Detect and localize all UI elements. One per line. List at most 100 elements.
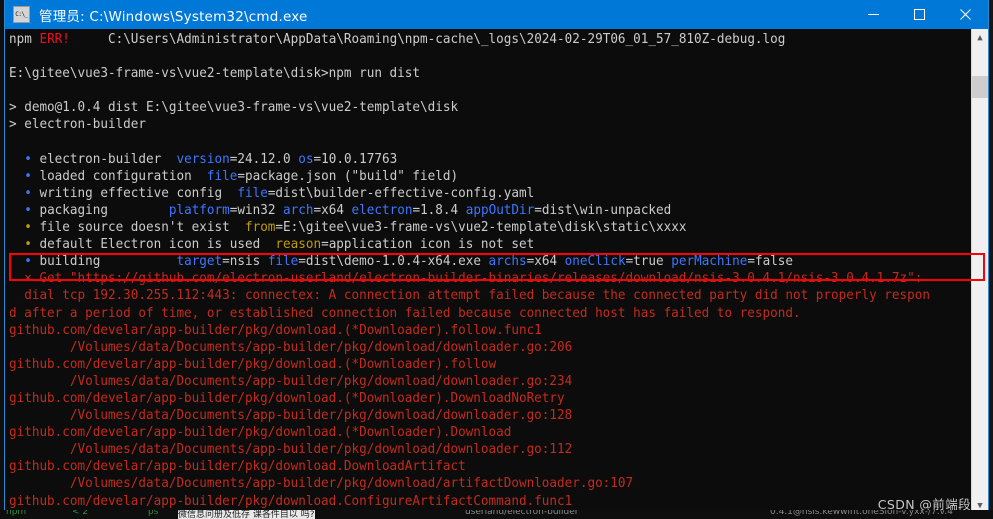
taskbar[interactable]: npm < 2 ps 微信息问册及低存 课各件目以 吗? userland/electr… <box>0 510 993 519</box>
right-background-sliver <box>989 0 993 519</box>
console-line: ⨯ Get "https://github.com/electron-userl… <box>9 270 922 287</box>
left-background-sliver <box>0 0 4 519</box>
minimize-button[interactable] <box>850 0 896 29</box>
console-line: > electron-builder <box>9 116 904 133</box>
console-segment: ERR! <box>39 31 70 47</box>
console-segment: /Volumes/data/Documents/app-builder/pkg/… <box>9 475 634 492</box>
console-segment: loaded configuration <box>39 167 207 184</box>
console-line: E:\gitee\vue3-frame-vs\vue2-template\dis… <box>9 65 904 82</box>
console-line: /Volumes/data/Documents/app-builder/pkg/… <box>9 441 904 458</box>
console-segment: =true <box>625 253 672 270</box>
console-line: dial tcp 192.30.255.112:443: connectex: … <box>9 287 930 304</box>
console-segment: file source doesn't exist <box>39 219 245 236</box>
console-line: /Volumes/data/Documents/app-builder/pkg/… <box>9 407 904 424</box>
console-segment: ⨯ Get "https://github.com/electron-userl… <box>9 270 930 287</box>
console-segment: =x64 <box>526 253 565 270</box>
console-line: • file source doesn't exist from=E:\gite… <box>9 219 904 236</box>
console-segment: file <box>237 184 268 201</box>
console-segment: npm <box>9 31 40 47</box>
console-segment: building <box>39 253 177 270</box>
console-segment: =x64 <box>313 201 352 218</box>
console-segment: • <box>9 201 40 218</box>
console-segment: =package.json ("build" field) <box>237 167 459 184</box>
console-line: • writing effective config file=dist\bui… <box>9 185 904 202</box>
console-segment: target <box>176 253 223 270</box>
console-line: /Volumes/data/Documents/app-builder/pkg/… <box>9 339 904 356</box>
console-segment: os <box>298 150 314 167</box>
console-segment: =win32 <box>229 201 284 218</box>
console-segment: =dist\builder-effective-config.yaml <box>267 184 535 201</box>
console-segment: • <box>9 219 40 236</box>
console-segment: platform <box>168 201 230 218</box>
vertical-scrollbar[interactable]: ▲ ▼ <box>971 29 988 514</box>
taskbar-item[interactable]: < 2 <box>72 510 88 517</box>
window-titlebar[interactable]: 管理员: C:\Windows\System32\cmd.exe <box>5 0 988 29</box>
console-line: /Volumes/data/Documents/app-builder/pkg/… <box>9 373 904 390</box>
console-line: • electron-builder version=24.12.0 os=10… <box>9 151 904 168</box>
close-button[interactable] <box>942 0 988 29</box>
console-segment: oneClick <box>564 253 626 270</box>
console-line: • loaded configuration file=package.json… <box>9 168 904 185</box>
console-segment: /Volumes/data/Documents/app-builder/pkg/… <box>9 441 573 458</box>
console-segment: =nsis <box>222 253 268 270</box>
console-segment: =E:\gitee\vue3-frame-vs\vue2-template\di… <box>275 219 687 236</box>
scroll-up-arrow[interactable]: ▲ <box>972 29 988 46</box>
console-segment: github.com/develar/app-builder/pkg/downl… <box>9 492 573 509</box>
console-segment: version <box>176 150 230 167</box>
cmd-icon <box>13 6 30 23</box>
console-segment: • <box>9 184 40 201</box>
console-segment: electron-builder <box>39 150 177 167</box>
console-segment: writing effective config <box>39 184 238 201</box>
console-segment: > electron-builder <box>9 116 147 133</box>
scrollbar-thumb[interactable] <box>972 76 988 98</box>
taskbar-item[interactable]: npm <box>6 510 26 517</box>
scrollbar-track[interactable] <box>972 46 988 497</box>
console-line: /Volumes/data/Documents/app-builder/pkg/… <box>9 475 904 492</box>
console-segment: • <box>9 253 40 270</box>
taskbar-item[interactable]: ps <box>148 510 158 517</box>
maximize-button[interactable] <box>896 0 942 29</box>
console-segment: file <box>206 167 238 184</box>
console-line: npm ERR! C:\Users\Administrator\AppData\… <box>9 31 904 48</box>
console-segment: from <box>244 219 276 236</box>
taskbar-item[interactable]: 0.4.1@nsis.kewwint.oneSion-v.yxx-/7.v.4 <box>770 510 953 517</box>
console-area: npm ERR! C:\Users\Administrator\AppData\… <box>5 29 988 514</box>
console-segment: =application icon is not set <box>321 236 535 253</box>
console-segment: =1.8.4 <box>412 201 466 218</box>
taskbar-item[interactable]: userland/electron-builder <box>465 510 578 517</box>
console-segment: electron <box>351 201 413 218</box>
console-line: github.com/develar/app-builder/pkg/downl… <box>9 493 904 510</box>
console-segment: > demo@1.0.4 dist E:\gitee\vue3-frame-vs… <box>9 99 459 116</box>
console-line: • packaging platform=win32 arch=x64 elec… <box>9 202 904 219</box>
console-segment: github.com/develar/app-builder/pkg/downl… <box>9 389 565 406</box>
console-line: github.com/develar/app-builder/pkg/downl… <box>9 356 904 373</box>
console-segment: C:\Users\Administrator\AppData\Roaming\n… <box>69 31 786 47</box>
console-segment: perMachine <box>671 253 748 270</box>
console-segment: default Electron icon is used <box>39 236 276 253</box>
cmd-window: 管理员: C:\Windows\System32\cmd.exe npm ERR… <box>4 0 989 515</box>
console-line: • default Electron icon is used reason=a… <box>9 236 904 253</box>
console-line: > demo@1.0.4 dist E:\gitee\vue3-frame-vs… <box>9 99 904 116</box>
console-segment: github.com/develar/app-builder/pkg/downl… <box>9 458 466 475</box>
console-line: github.com/develar/app-builder/pkg/downl… <box>9 458 904 475</box>
console-segment: d after a period of time, or established… <box>9 304 801 321</box>
console-segment: file <box>267 253 299 270</box>
console-segment: E:\gitee\vue3-frame-vs\vue2-template\dis… <box>9 65 421 82</box>
console-segment: =false <box>747 253 794 270</box>
console-output[interactable]: npm ERR! C:\Users\Administrator\AppData\… <box>5 29 971 514</box>
console-segment: github.com/develar/app-builder/pkg/downl… <box>9 355 497 372</box>
taskbar-item[interactable]: 微信息问册及低存 课各件目以 吗? <box>178 510 315 519</box>
console-line: • building target=nsis file=dist\demo-1.… <box>9 253 904 270</box>
console-segment: github.com/develar/app-builder/pkg/downl… <box>9 321 542 338</box>
console-line: d after a period of time, or established… <box>9 305 904 322</box>
console-segment: archs <box>488 253 527 270</box>
console-segment: • <box>9 167 40 184</box>
console-segment: • <box>9 150 40 167</box>
console-segment: github.com/develar/app-builder/pkg/downl… <box>9 424 512 441</box>
window-title: 管理员: C:\Windows\System32\cmd.exe <box>39 8 308 25</box>
console-line: github.com/develar/app-builder/pkg/downl… <box>9 424 904 441</box>
console-segment: • <box>9 236 40 253</box>
